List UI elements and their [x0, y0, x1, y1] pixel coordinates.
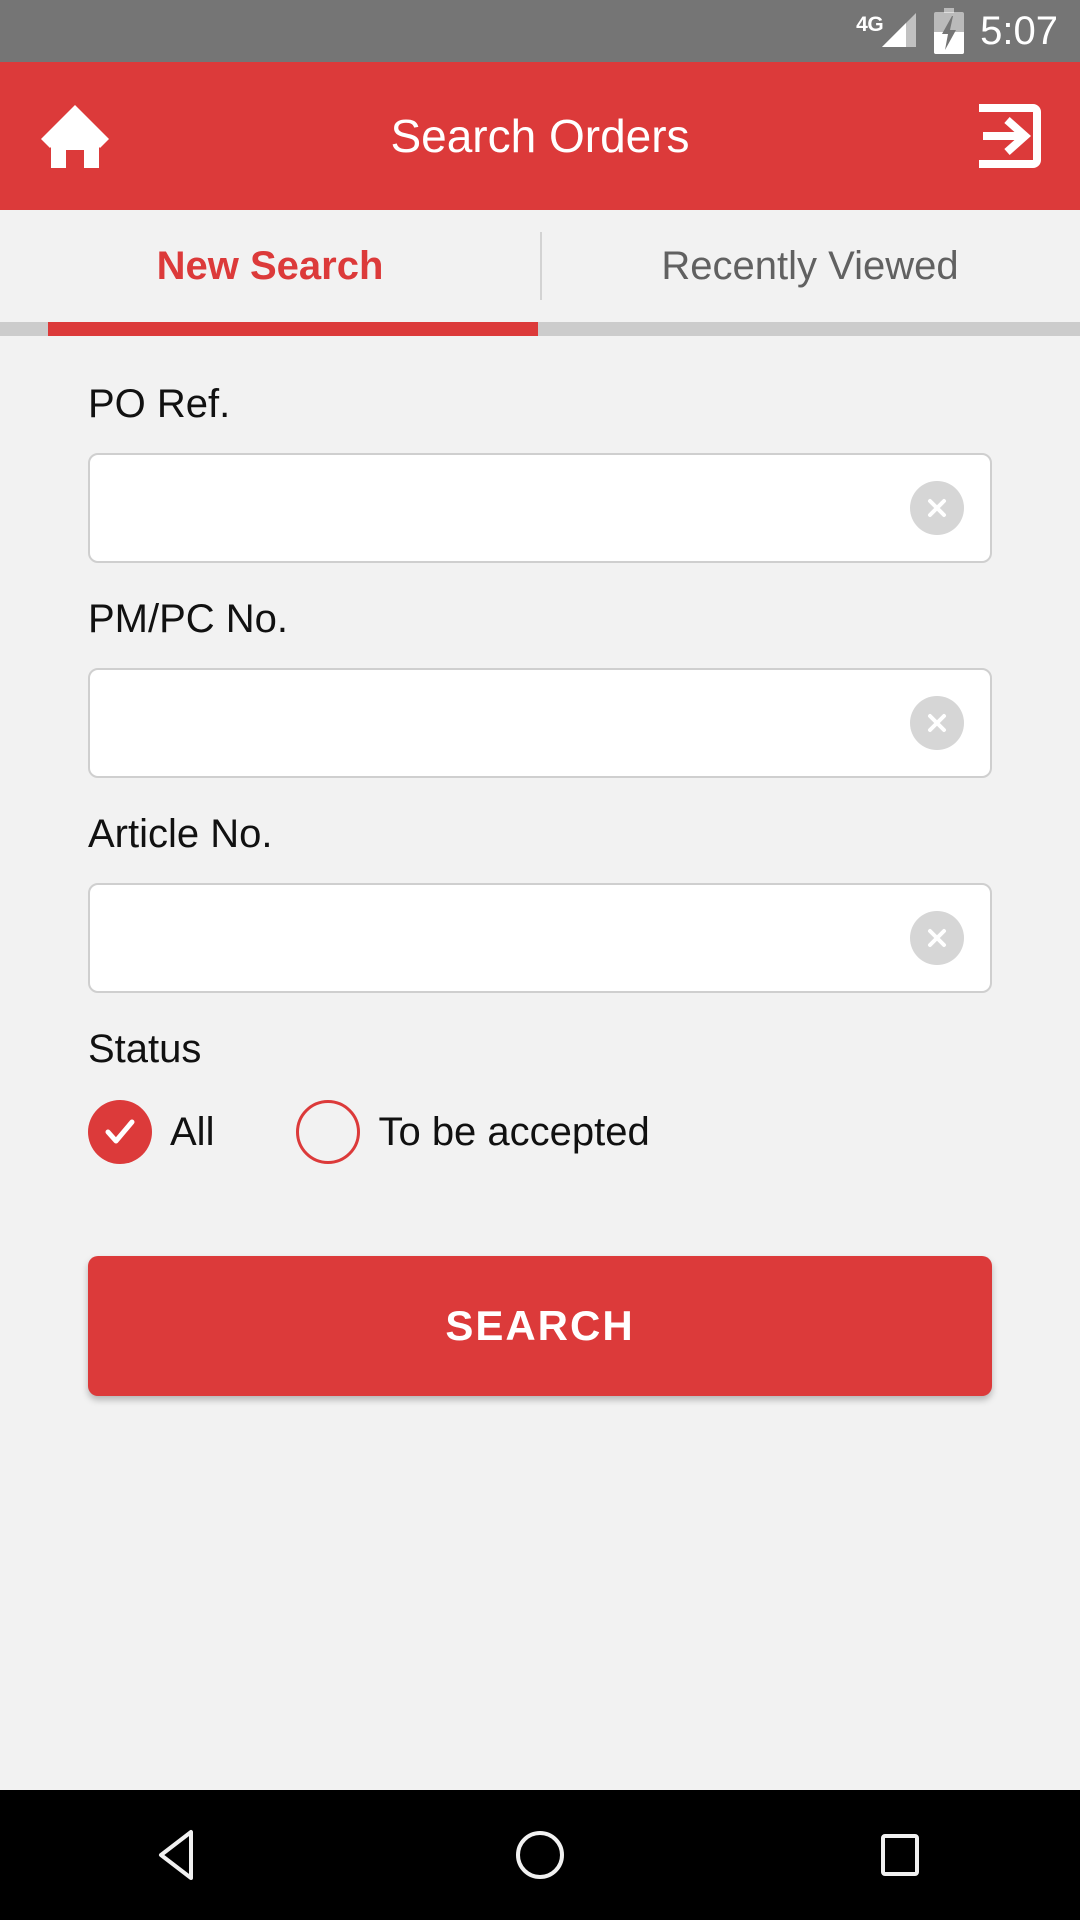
- logout-icon[interactable]: [930, 62, 1080, 210]
- android-nav-bar: [0, 1790, 1080, 1920]
- search-form: PO Ref. PM/PC No. Article No. Status All…: [0, 336, 1080, 1720]
- tab-indicator-track: [0, 322, 1080, 336]
- tab-active-indicator: [48, 322, 538, 336]
- nav-back-button[interactable]: [80, 1790, 280, 1920]
- home-icon[interactable]: [0, 62, 150, 210]
- status-option-all[interactable]: All: [88, 1100, 214, 1164]
- field-pm-pc-no-label: PM/PC No.: [88, 597, 289, 641]
- clear-circle-icon[interactable]: [910, 481, 964, 535]
- field-article-no-label: Article No.: [88, 812, 273, 856]
- search-button-container: SEARCH: [0, 1256, 1080, 1396]
- nav-home-button[interactable]: [440, 1790, 640, 1920]
- po-ref-input-wrapper[interactable]: [88, 453, 992, 563]
- app-bar: Search Orders: [0, 62, 1080, 210]
- radio-unchecked-icon[interactable]: [296, 1100, 361, 1164]
- tab-recently-viewed[interactable]: Recently Viewed: [540, 210, 1080, 322]
- nav-recents-button[interactable]: [800, 1790, 1000, 1920]
- status-option-to-be-accepted[interactable]: To be accepted: [296, 1100, 650, 1164]
- battery-charging-icon: [932, 8, 966, 54]
- signal-bars-icon: 4G: [856, 11, 918, 51]
- tab-new-search[interactable]: New Search: [0, 210, 540, 322]
- pm-pc-no-input-wrapper[interactable]: [88, 668, 992, 778]
- radio-checked-icon[interactable]: [88, 1100, 152, 1164]
- status-radio-group: All To be accepted: [0, 1100, 1080, 1164]
- status-option-to-be-accepted-label: To be accepted: [378, 1109, 650, 1154]
- field-po-ref: PO Ref.: [0, 382, 1080, 563]
- field-pm-pc-no: PM/PC No.: [0, 597, 1080, 778]
- page-title: Search Orders: [390, 110, 690, 162]
- status-option-all-label: All: [170, 1109, 215, 1154]
- article-no-input[interactable]: [90, 885, 990, 991]
- tab-bar: New Search Recently Viewed: [0, 210, 1080, 322]
- home-circle-icon: [516, 1831, 564, 1879]
- field-article-no: Article No.: [0, 812, 1080, 993]
- field-po-ref-label: PO Ref.: [88, 382, 231, 426]
- status-section-label: Status: [88, 1027, 202, 1071]
- clear-circle-icon[interactable]: [910, 696, 964, 750]
- clear-circle-icon[interactable]: [910, 911, 964, 965]
- recents-square-icon: [881, 1834, 919, 1876]
- search-button[interactable]: SEARCH: [88, 1256, 992, 1396]
- tab-recently-viewed-label: Recently Viewed: [661, 243, 959, 288]
- article-no-input-wrapper[interactable]: [88, 883, 992, 993]
- pm-pc-no-input[interactable]: [90, 670, 990, 776]
- po-ref-input[interactable]: [90, 455, 990, 561]
- clock-label: 5:07: [980, 8, 1058, 53]
- back-triangle-icon: [159, 1830, 193, 1880]
- tab-new-search-label: New Search: [156, 243, 384, 288]
- status-bar: 4G 5:07: [0, 0, 1080, 62]
